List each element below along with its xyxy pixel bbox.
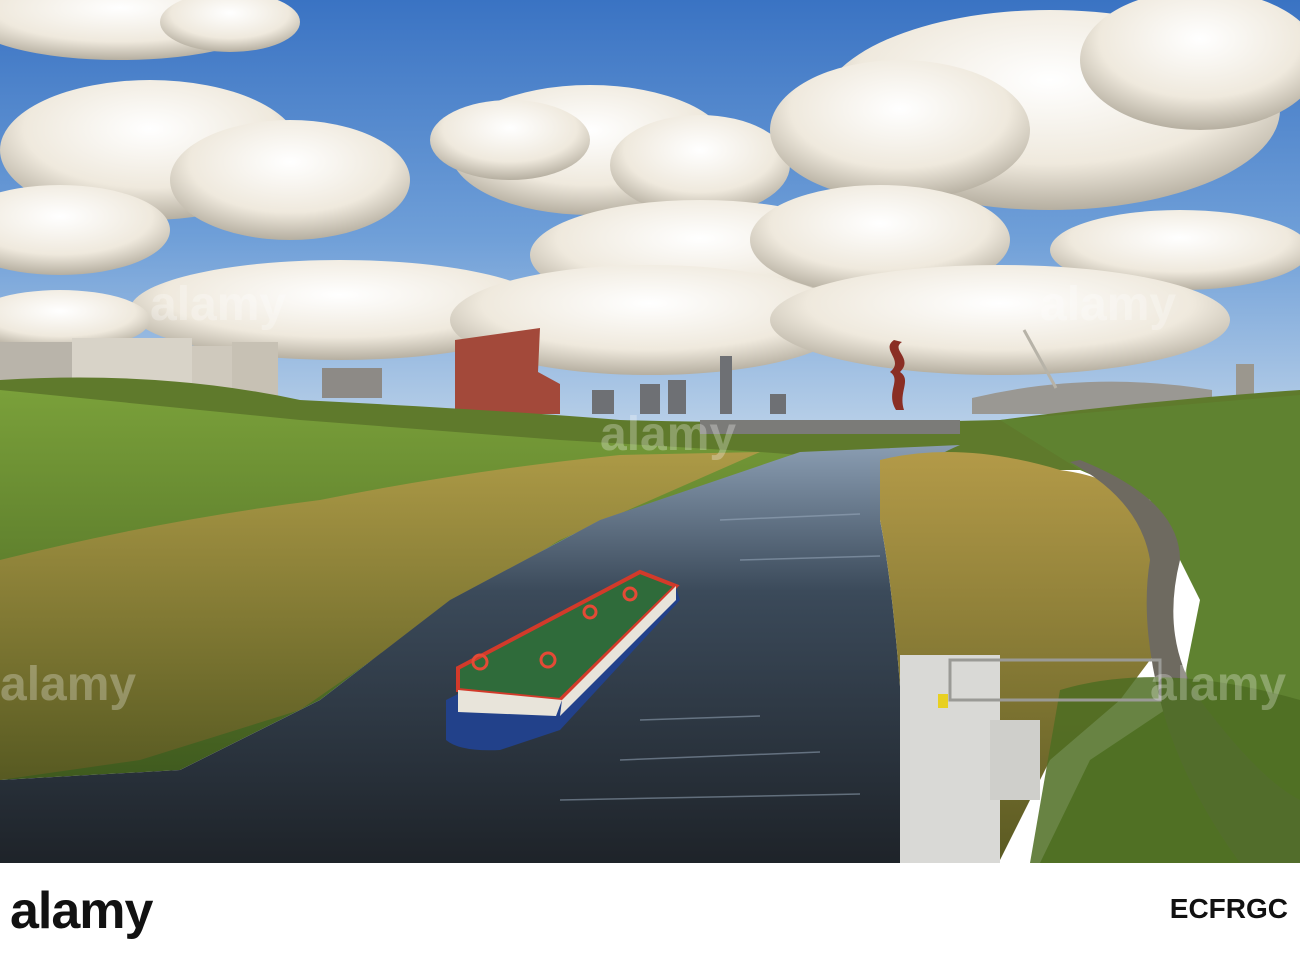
bridge	[700, 420, 960, 434]
right-shrubs	[1030, 677, 1300, 863]
image-code: ECFRGC	[1169, 893, 1288, 924]
image-stage: alamy alamy alamy alamy alamy alamy ECFR…	[0, 0, 1300, 955]
footer-bar: alamy ECFRGC	[0, 863, 1300, 955]
photo-river-scene	[0, 0, 1300, 863]
brand-logo: alamy	[10, 882, 153, 940]
